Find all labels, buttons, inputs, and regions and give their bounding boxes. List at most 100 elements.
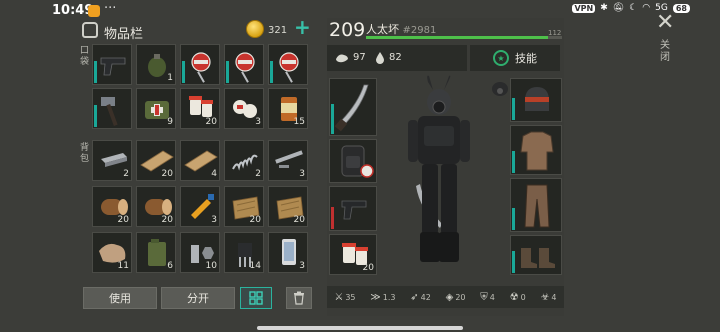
- inventory-slot[interactable]: 3: [180, 186, 220, 227]
- armor-slot-legs[interactable]: [510, 178, 562, 232]
- inventory-slot[interactable]: 1: [136, 44, 176, 85]
- item-quantity: 20: [249, 215, 261, 225]
- xp-bar-fill: [366, 36, 549, 39]
- inventory-slot[interactable]: 20: [136, 140, 176, 181]
- mute-icon: 🔕︎: [612, 3, 625, 13]
- split-button[interactable]: 分开: [161, 287, 235, 309]
- item-quantity: 15: [293, 117, 305, 127]
- durability-bar: [512, 251, 515, 273]
- item-quantity: 3: [299, 169, 305, 179]
- inventory-slot[interactable]: 3: [268, 140, 308, 181]
- combat-stat: ➶ 42: [410, 292, 431, 303]
- item-quantity: 14: [249, 261, 261, 271]
- item-quantity: 20: [161, 215, 173, 225]
- item-quantity: 6: [167, 261, 173, 271]
- combat-stat: ☢ 0: [510, 292, 526, 303]
- xp-bar: [366, 36, 562, 39]
- water-value: 82: [389, 52, 402, 63]
- item-quantity: 20: [161, 169, 173, 179]
- pistol-icon: [341, 200, 367, 220]
- trash-icon: [294, 291, 304, 305]
- trash-button[interactable]: [286, 287, 312, 309]
- pistol-icon: [100, 57, 126, 76]
- gas-mask-icon: [492, 82, 508, 96]
- inventory-slot[interactable]: 9: [136, 88, 176, 129]
- inventory-slot[interactable]: 6: [136, 232, 176, 273]
- consumable-slot[interactable]: 20: [329, 234, 377, 275]
- coin-count: 321: [268, 25, 288, 36]
- combat-stat-value: 4: [551, 292, 557, 302]
- inventory-slot[interactable]: [180, 44, 220, 85]
- item-quantity: 10: [205, 261, 217, 271]
- weapon-slot-melee[interactable]: [329, 78, 377, 136]
- inventory-title: 物品栏: [104, 27, 144, 42]
- inventory-slot[interactable]: [224, 44, 264, 85]
- inventory-slot[interactable]: 20: [224, 186, 264, 227]
- item-quantity: 9: [167, 117, 173, 127]
- inventory-slot[interactable]: 10: [180, 232, 220, 273]
- inventory-slot[interactable]: 3: [224, 88, 264, 129]
- home-indicator[interactable]: [257, 326, 463, 330]
- survival-stats: 97 82: [327, 45, 467, 71]
- inventory-slot[interactable]: [268, 44, 308, 85]
- combat-stat: ⚔ 35: [334, 292, 355, 303]
- combat-stat-value: 35: [345, 292, 356, 302]
- dnd-moon-icon: ☾: [629, 3, 638, 13]
- inventory-slot[interactable]: 11: [92, 232, 132, 273]
- inventory-slot[interactable]: 15: [268, 88, 308, 129]
- defense-icon: ◈: [445, 291, 454, 303]
- inventory-slot[interactable]: 20: [92, 186, 132, 227]
- forbidden-sign-icon: [235, 52, 255, 83]
- ranged-attack-icon: ➶: [410, 291, 419, 303]
- skills-button[interactable]: ★ 技能: [470, 45, 560, 71]
- durability-bar: [226, 61, 229, 83]
- forbidden-sign-icon: [279, 52, 299, 83]
- inventory-slot[interactable]: 4: [180, 140, 220, 181]
- inventory-slot[interactable]: 20: [180, 88, 220, 129]
- combat-stat-value: 4: [489, 292, 495, 302]
- inventory-slot[interactable]: [92, 88, 132, 129]
- player-name: 人太坏 #2981: [366, 21, 436, 37]
- durability-bar: [94, 61, 97, 83]
- armor-slot-head[interactable]: [510, 78, 562, 122]
- boots-icon: [521, 248, 555, 268]
- armor-slot-chest[interactable]: [510, 125, 562, 175]
- durability-bar: [512, 151, 515, 173]
- combat-stat-value: 0: [520, 292, 526, 302]
- inventory-slot[interactable]: 3: [268, 232, 308, 273]
- more-notifications-icon: ···: [104, 1, 117, 16]
- item-quantity: 20: [205, 117, 217, 127]
- bluetooth-icon: ✱: [600, 3, 608, 13]
- durability-bar: [94, 105, 97, 127]
- armor-slot-feet[interactable]: [510, 235, 562, 275]
- backpack-slot[interactable]: [329, 139, 377, 183]
- inventory-slot[interactable]: 2: [92, 140, 132, 181]
- sort-grid-button[interactable]: [240, 287, 272, 309]
- combat-stat-value: 42: [420, 292, 431, 302]
- attack-speed-icon: ≫: [370, 291, 381, 303]
- add-coins-button[interactable]: +: [294, 17, 311, 37]
- food-icon: [336, 54, 348, 63]
- backpack-label: 背包: [80, 143, 90, 164]
- inventory-slot[interactable]: 20: [136, 186, 176, 227]
- item-quantity: 20: [293, 215, 305, 225]
- durability-bar: [512, 98, 515, 120]
- pocket-label: 口袋: [80, 46, 90, 67]
- item-quantity: 1: [167, 73, 173, 83]
- close-icon[interactable]: ✕: [656, 12, 674, 34]
- inventory-slot[interactable]: 20: [268, 186, 308, 227]
- durability-bar: [512, 208, 515, 230]
- durability-bar: [182, 61, 185, 83]
- sledgehammer-icon: [101, 97, 118, 127]
- inventory-slot[interactable]: 2: [224, 140, 264, 181]
- weapon-slot-ranged[interactable]: [329, 186, 377, 231]
- radiation-icon: ☢: [509, 291, 519, 303]
- forbidden-sign-icon: [191, 52, 211, 83]
- close-label[interactable]: 关闭: [660, 40, 670, 64]
- helmet-icon: [525, 87, 549, 111]
- inventory-slot[interactable]: [92, 44, 132, 85]
- star-icon: ★: [493, 50, 509, 66]
- use-button[interactable]: 使用: [83, 287, 157, 309]
- inventory-slot[interactable]: 14: [224, 232, 264, 273]
- item-quantity: 4: [211, 169, 217, 179]
